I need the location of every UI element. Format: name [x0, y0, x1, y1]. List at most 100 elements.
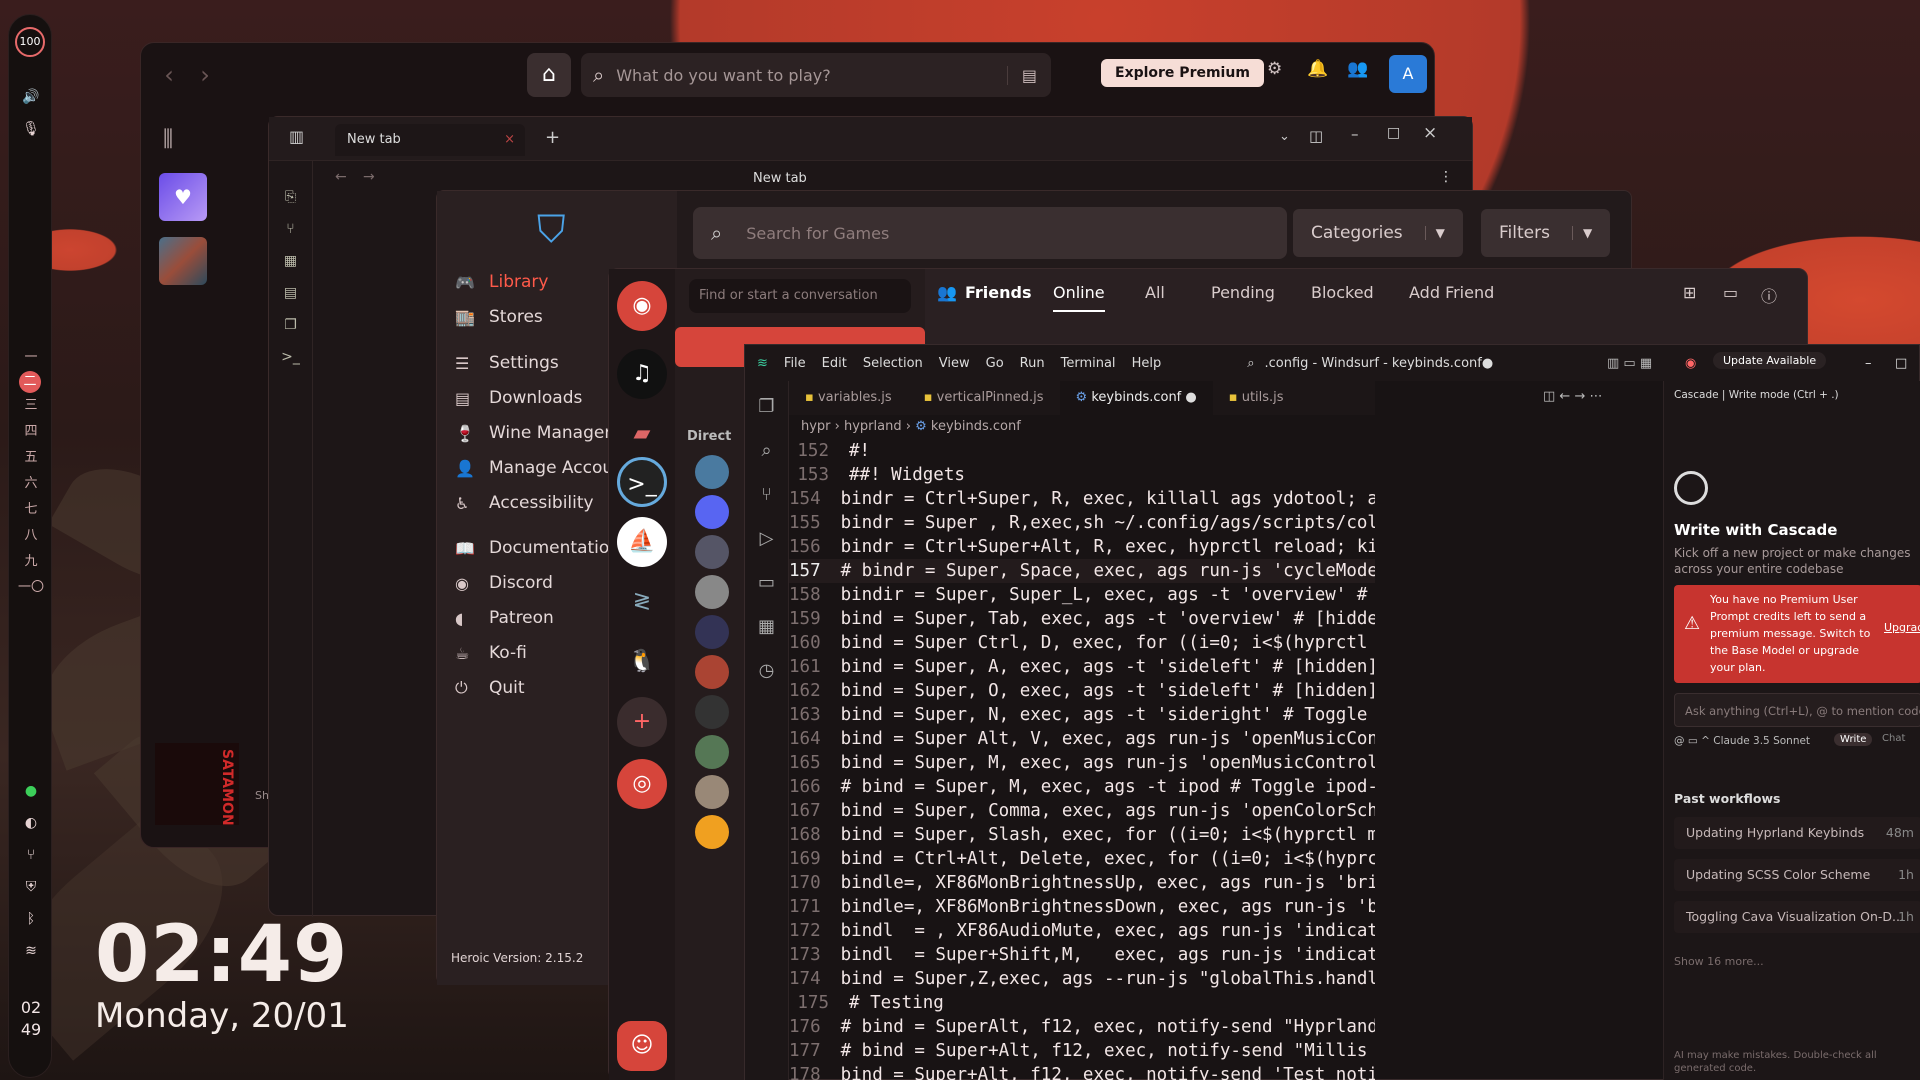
- vpn-tray-icon[interactable]: ⑂: [9, 839, 53, 871]
- menu-terminal[interactable]: Terminal: [1061, 356, 1116, 371]
- code-line[interactable]: 152 #!: [789, 439, 1375, 463]
- split-view-icon[interactable]: ◫: [1309, 127, 1323, 145]
- dm-avatar[interactable]: [695, 655, 729, 689]
- code-line[interactable]: 174 bind = Super,Z,exec, ags --run-js "gl…: [789, 967, 1375, 991]
- server-icon[interactable]: >_: [617, 457, 667, 507]
- dm-avatar[interactable]: [695, 735, 729, 769]
- terminal-icon[interactable]: >_: [269, 341, 312, 373]
- code-line[interactable]: 159 bind = Super, Tab, exec, ags -t 'over…: [789, 607, 1375, 631]
- sidebar-item-quit[interactable]: ⏻ Quit: [455, 673, 525, 703]
- menu-go[interactable]: Go: [986, 356, 1004, 371]
- menu-edit[interactable]: Edit: [822, 356, 847, 371]
- avatar[interactable]: A: [1389, 55, 1427, 93]
- tab-blocked[interactable]: Blocked: [1311, 283, 1374, 302]
- code-editor[interactable]: 152 #! 153 ##! Widgets 154 bindr = Ctrl+Super…: [789, 439, 1375, 1080]
- shield-tray-icon[interactable]: ⛨: [9, 871, 53, 903]
- window-title[interactable]: .config - Windsurf - keybinds.conf●: [1264, 356, 1493, 371]
- sidebar-item-downloads[interactable]: ▤ Downloads: [455, 383, 582, 413]
- workspace-5[interactable]: 五: [9, 445, 53, 471]
- maximize-icon[interactable]: □: [1387, 125, 1400, 141]
- explore-icon[interactable]: ◎: [617, 759, 667, 809]
- dm-avatar[interactable]: [695, 455, 729, 489]
- run-debug-icon[interactable]: ▷: [745, 517, 788, 561]
- code-line[interactable]: 172 bindl = , XF86AudioMute, exec, ags ru…: [789, 919, 1375, 943]
- tree-icon[interactable]: ⑂: [269, 213, 312, 245]
- code-line[interactable]: 158 bindir = Super, Super_L, exec, ags -t…: [789, 583, 1375, 607]
- menu-selection[interactable]: Selection: [863, 356, 923, 371]
- liked-songs-tile[interactable]: ♥: [159, 173, 207, 221]
- filters-button[interactable]: Filters ▼: [1481, 209, 1611, 257]
- dm-avatar[interactable]: [695, 495, 729, 529]
- code-line[interactable]: 160 bind = Super Ctrl, D, exec, for ((i=0…: [789, 631, 1375, 655]
- workspace-2[interactable]: 二: [19, 371, 41, 393]
- categories-button[interactable]: Categories ▼: [1293, 209, 1463, 257]
- sidebar-item-patreon[interactable]: ◖ Patreon: [455, 603, 554, 633]
- code-line[interactable]: 163 bind = Super, N, exec, ags -t 'sideri…: [789, 703, 1375, 727]
- tab-utils-js[interactable]: ▪ utils.js: [1213, 381, 1300, 415]
- calendar-icon[interactable]: ▤: [269, 277, 312, 309]
- editor-actions[interactable]: ◫ ← → ⋯: [1543, 389, 1602, 404]
- layout-icons[interactable]: ▥ ▭ ▦: [1607, 356, 1652, 371]
- help-icon[interactable]: ⓘ: [1761, 283, 1777, 307]
- dm-avatar[interactable]: [695, 575, 729, 609]
- explorer-icon[interactable]: ❐: [745, 385, 788, 429]
- menu-run[interactable]: Run: [1020, 356, 1045, 371]
- code-line[interactable]: 165 bind = Super, M, exec, ags run-js 'op…: [789, 751, 1375, 775]
- minimize-icon[interactable]: –: [1865, 356, 1872, 371]
- back-icon[interactable]: ‹: [151, 61, 187, 89]
- code-line[interactable]: 175 # Testing: [789, 991, 1375, 1015]
- server-icon[interactable]: ♫: [617, 349, 667, 399]
- code-line[interactable]: 168 bind = Super, Slash, exec, for ((i=0;…: [789, 823, 1375, 847]
- dm-avatar[interactable]: [695, 615, 729, 649]
- account-icon[interactable]: ◉: [1685, 356, 1696, 371]
- wifi-icon[interactable]: ≋: [9, 935, 53, 967]
- sidebar-item-documentation[interactable]: 📖 Documentation: [455, 533, 620, 563]
- explore-premium-button[interactable]: Explore Premium: [1101, 59, 1264, 87]
- workspace-7[interactable]: 七: [9, 497, 53, 523]
- inbox-icon[interactable]: ▭: [1723, 283, 1738, 302]
- workflow-item[interactable]: Updating SCSS Color Scheme 1h: [1674, 859, 1920, 891]
- back-icon[interactable]: ←: [335, 169, 347, 185]
- close-window-icon[interactable]: ×: [1423, 123, 1437, 143]
- workspace-3[interactable]: 三: [9, 393, 53, 419]
- tab-keybinds-conf[interactable]: ⚙ keybinds.conf ●: [1059, 381, 1213, 415]
- sidebar-item-settings[interactable]: ☰ Settings: [455, 348, 559, 378]
- forward-icon[interactable]: ›: [187, 61, 223, 89]
- minimize-icon[interactable]: –: [1351, 125, 1359, 143]
- cascade-input[interactable]: Ask anything (Ctrl+L), @ to mention code: [1674, 693, 1920, 727]
- workspace-8[interactable]: 八: [9, 523, 53, 549]
- code-line[interactable]: 177 # bind = Super+Alt, f12, exec, notify…: [789, 1039, 1375, 1063]
- sidebar-item-kofi[interactable]: ☕ Ko-fi: [455, 638, 527, 668]
- sidebar-toggle-icon[interactable]: ▥: [289, 127, 304, 146]
- code-line[interactable]: 178 bind = Super+Alt, f12, exec, notify-s…: [789, 1063, 1375, 1080]
- tab-pending[interactable]: Pending: [1211, 283, 1275, 302]
- server-icon[interactable]: 🐧: [617, 637, 667, 687]
- timer-icon[interactable]: ◷: [745, 649, 788, 693]
- menu-help[interactable]: Help: [1132, 356, 1162, 371]
- new-group-dm-icon[interactable]: ⊞: [1683, 283, 1696, 302]
- code-line[interactable]: 164 bind = Super Alt, V, exec, ags run-js…: [789, 727, 1375, 751]
- sidebar-item-discord[interactable]: ◉ Discord: [455, 568, 553, 598]
- bell-icon[interactable]: 🔔: [1307, 59, 1328, 79]
- code-line[interactable]: 161 bind = Super, A, exec, ags -t 'sidele…: [789, 655, 1375, 679]
- sidebar-item-manage-account[interactable]: 👤 Manage Account: [455, 453, 631, 483]
- volume-icon[interactable]: 🔊: [9, 81, 53, 113]
- write-mode-toggle[interactable]: Write: [1834, 733, 1873, 746]
- show-more-link[interactable]: Show 16 more...: [1674, 955, 1764, 968]
- friends-icon[interactable]: 👥: [1347, 59, 1368, 79]
- sidebar-item-stores[interactable]: 🏬 Stores: [455, 302, 543, 332]
- tab-all[interactable]: All: [1145, 283, 1165, 302]
- sidebar-item-wine-manager[interactable]: 🍷 Wine Manager: [455, 418, 611, 448]
- home-button[interactable]: ⌂: [527, 53, 571, 97]
- find-conversation-input[interactable]: Find or start a conversation: [689, 279, 911, 313]
- code-line[interactable]: 176 # bind = SuperAlt, f12, exec, notify-…: [789, 1015, 1375, 1039]
- remote-icon[interactable]: ▭: [745, 561, 788, 605]
- folder-icon[interactable]: ▰: [617, 409, 667, 459]
- workflow-item[interactable]: Updating Hyprland Keybinds 48m: [1674, 817, 1920, 849]
- close-tab-icon[interactable]: ×: [504, 124, 515, 156]
- workspace-10[interactable]: 一〇: [9, 575, 53, 601]
- discord-home-icon[interactable]: ◉: [617, 281, 667, 331]
- dm-avatar[interactable]: [695, 535, 729, 569]
- code-line[interactable]: 170 bindle=, XF86MonBrightnessUp, exec, a…: [789, 871, 1375, 895]
- upgrade-link[interactable]: Upgrade: [1884, 619, 1920, 636]
